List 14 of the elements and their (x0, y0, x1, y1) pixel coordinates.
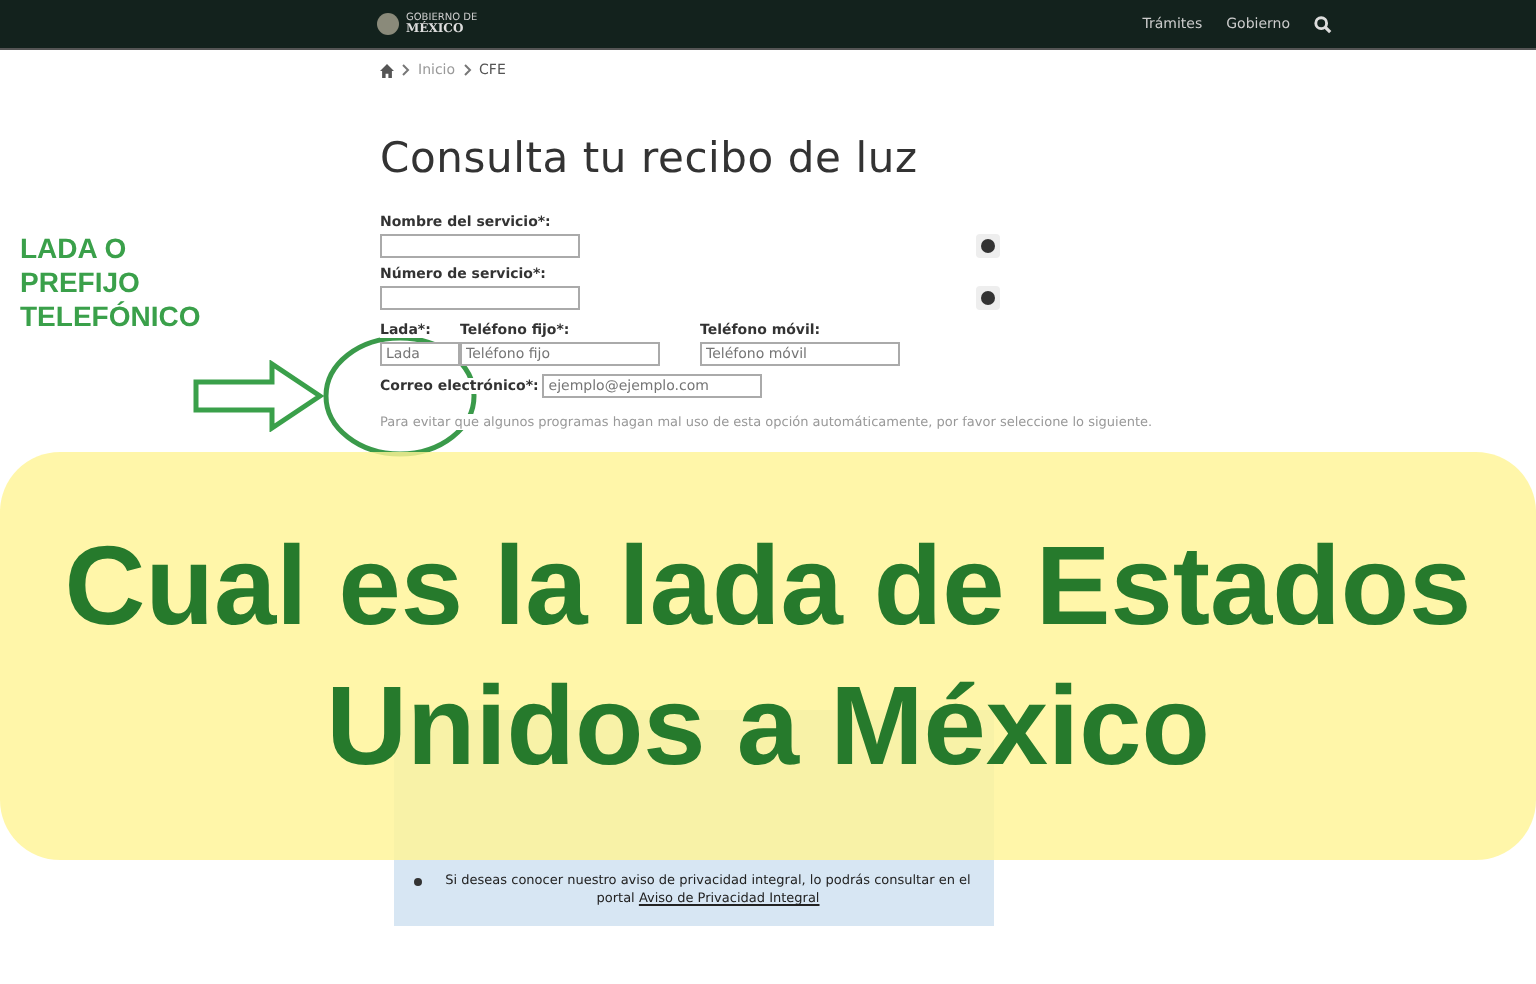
help-icon[interactable] (976, 286, 1000, 310)
input-field[interactable] (380, 234, 580, 258)
search-icon[interactable] (1314, 15, 1332, 33)
annotation-label: LADA O PREFIJO TELEFÓNICO (20, 232, 203, 333)
chevron-icon (463, 64, 472, 76)
home-icon[interactable] (380, 63, 394, 77)
bullet-icon (414, 877, 422, 885)
input-field[interactable] (380, 286, 580, 310)
emblem-icon (376, 12, 400, 36)
arrow-icon (192, 360, 324, 432)
help-icon[interactable] (976, 234, 1000, 258)
page-title: Consulta tu recibo de luz (380, 134, 920, 182)
banner-title: Cual es la lada de Estados Unidos a México (62, 520, 1474, 792)
chevron-icon (402, 64, 410, 76)
